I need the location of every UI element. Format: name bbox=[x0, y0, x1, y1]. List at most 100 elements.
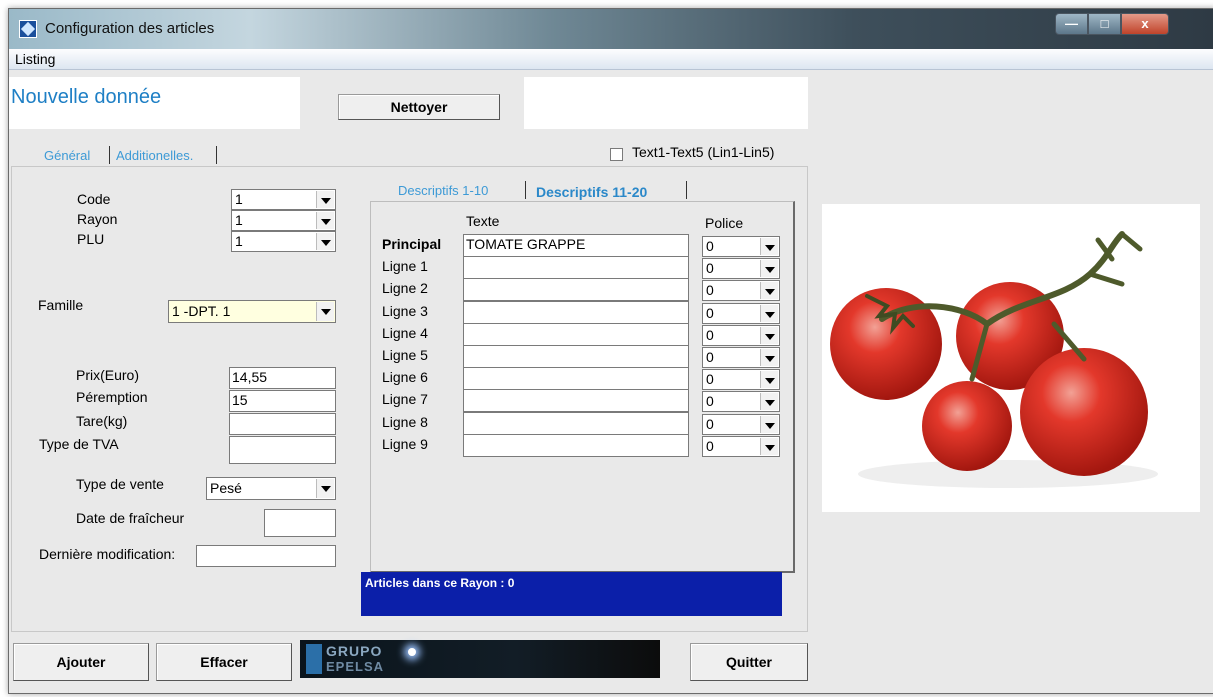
descriptif-text-input[interactable] bbox=[463, 345, 689, 368]
delete-button[interactable]: Effacer bbox=[156, 643, 292, 681]
descriptif-text-input[interactable] bbox=[463, 412, 689, 435]
police-select[interactable]: 0 bbox=[702, 414, 780, 435]
chevron-down-icon[interactable] bbox=[760, 438, 778, 455]
police-value: 0 bbox=[706, 393, 714, 409]
police-select[interactable]: 0 bbox=[702, 369, 780, 390]
tab-divider bbox=[525, 181, 526, 199]
police-select[interactable]: 0 bbox=[702, 347, 780, 368]
tab-divider bbox=[216, 146, 217, 164]
chevron-down-icon[interactable] bbox=[316, 212, 334, 229]
police-select[interactable]: 0 bbox=[702, 325, 780, 346]
police-select[interactable]: 0 bbox=[702, 258, 780, 279]
ligne-label: Ligne 6 bbox=[382, 369, 428, 385]
status-bar: Articles dans ce Rayon : 0 bbox=[361, 572, 782, 616]
date-fraicheur-input[interactable] bbox=[264, 509, 336, 537]
chevron-down-icon[interactable] bbox=[316, 302, 334, 321]
chevron-down-icon[interactable] bbox=[760, 305, 778, 322]
tab-additional[interactable]: Additionelles. bbox=[116, 148, 193, 163]
descriptif-text-input[interactable] bbox=[463, 367, 689, 390]
police-value: 0 bbox=[706, 416, 714, 432]
app-icon bbox=[19, 20, 37, 38]
text-lines-checkbox[interactable] bbox=[610, 148, 623, 161]
chevron-down-icon[interactable] bbox=[760, 260, 778, 277]
minimize-button[interactable]: — bbox=[1055, 13, 1088, 35]
chevron-down-icon[interactable] bbox=[760, 238, 778, 255]
text-lines-label: Text1-Text5 (Lin1-Lin5) bbox=[632, 144, 775, 160]
quit-button[interactable]: Quitter bbox=[690, 643, 808, 681]
descriptif-text-input[interactable] bbox=[463, 278, 689, 301]
rayon-value: 1 bbox=[235, 212, 243, 228]
add-button[interactable]: Ajouter bbox=[13, 643, 149, 681]
code-value: 1 bbox=[235, 191, 243, 207]
chevron-down-icon[interactable] bbox=[316, 233, 334, 250]
chevron-down-icon[interactable] bbox=[760, 349, 778, 366]
ligne-label: Ligne 9 bbox=[382, 436, 428, 452]
famille-value: 1 -DPT. 1 bbox=[172, 303, 231, 319]
clean-button[interactable]: Nettoyer bbox=[338, 94, 500, 120]
peremption-label: Péremption bbox=[76, 389, 148, 405]
prix-label: Prix(Euro) bbox=[76, 367, 140, 383]
descriptif-text-input[interactable] bbox=[463, 434, 689, 457]
police-select[interactable]: 0 bbox=[702, 391, 780, 412]
principal-label: Principal bbox=[382, 236, 442, 252]
famille-select[interactable]: 1 -DPT. 1 bbox=[168, 300, 336, 323]
police-select[interactable]: 0 bbox=[702, 280, 780, 301]
police-select[interactable]: 0 bbox=[702, 236, 780, 257]
prix-input[interactable]: 14,55 bbox=[229, 367, 336, 389]
epelsa-logo: GRUPO EPELSA bbox=[300, 640, 660, 678]
code-select[interactable]: 1 bbox=[231, 189, 336, 210]
police-value: 0 bbox=[706, 305, 714, 321]
descriptif-text-input[interactable] bbox=[463, 323, 689, 346]
chevron-down-icon[interactable] bbox=[316, 191, 334, 208]
police-select[interactable]: 0 bbox=[702, 303, 780, 324]
close-button[interactable]: x bbox=[1121, 13, 1169, 35]
tva-label: Type de TVA bbox=[39, 436, 119, 452]
plu-label: PLU bbox=[77, 231, 105, 247]
police-value: 0 bbox=[706, 282, 714, 298]
tare-label: Tare(kg) bbox=[76, 413, 128, 429]
tab-descriptifs-11-20[interactable]: Descriptifs 11-20 bbox=[536, 184, 647, 200]
famille-label: Famille bbox=[38, 297, 84, 313]
plu-select[interactable]: 1 bbox=[231, 231, 336, 252]
descriptif-text-input[interactable] bbox=[463, 389, 689, 412]
tab-divider bbox=[109, 146, 110, 164]
police-select[interactable]: 0 bbox=[702, 436, 780, 457]
peremption-input[interactable]: 15 bbox=[229, 390, 336, 412]
tva-input[interactable] bbox=[229, 436, 336, 464]
ligne-label: Ligne 5 bbox=[382, 347, 428, 363]
menu-listing[interactable]: Listing bbox=[15, 51, 55, 67]
chevron-down-icon[interactable] bbox=[760, 371, 778, 388]
logo-star-icon bbox=[408, 648, 416, 656]
title-bar[interactable]: Configuration des articles — □ x bbox=[9, 9, 1213, 49]
rayon-select[interactable]: 1 bbox=[231, 210, 336, 231]
ligne-label: Ligne 3 bbox=[382, 303, 428, 319]
tare-input[interactable] bbox=[229, 413, 336, 435]
code-label: Code bbox=[77, 191, 111, 207]
type-vente-select[interactable]: Pesé bbox=[206, 477, 336, 500]
chevron-down-icon[interactable] bbox=[760, 282, 778, 299]
police-value: 0 bbox=[706, 238, 714, 254]
rayon-label: Rayon bbox=[77, 211, 118, 227]
maximize-button[interactable]: □ bbox=[1088, 13, 1121, 35]
chevron-down-icon[interactable] bbox=[760, 416, 778, 433]
tab-general[interactable]: Général bbox=[44, 148, 90, 163]
type-vente-label: Type de vente bbox=[76, 476, 164, 492]
tab-descriptifs-1-10[interactable]: Descriptifs 1-10 bbox=[398, 183, 488, 198]
logo-line1: GRUPO bbox=[326, 643, 383, 659]
descriptif-text-input[interactable]: TOMATE GRAPPE bbox=[463, 234, 689, 257]
derniere-modif-label: Dernière modification: bbox=[39, 546, 176, 562]
descriptif-text-input[interactable] bbox=[463, 301, 689, 324]
police-column-header: Police bbox=[705, 215, 744, 231]
chevron-down-icon[interactable] bbox=[760, 393, 778, 410]
ligne-label: Ligne 4 bbox=[382, 325, 428, 341]
logo-mark-icon bbox=[306, 644, 322, 674]
date-fraicheur-label: Date de fraîcheur bbox=[76, 510, 185, 526]
derniere-modif-input[interactable] bbox=[196, 545, 336, 567]
police-value: 0 bbox=[706, 260, 714, 276]
descriptif-text-input[interactable] bbox=[463, 256, 689, 279]
tab-divider bbox=[686, 181, 687, 199]
police-value: 0 bbox=[706, 327, 714, 343]
chevron-down-icon[interactable] bbox=[760, 327, 778, 344]
ligne-label: Ligne 1 bbox=[382, 258, 428, 274]
chevron-down-icon[interactable] bbox=[316, 479, 334, 498]
